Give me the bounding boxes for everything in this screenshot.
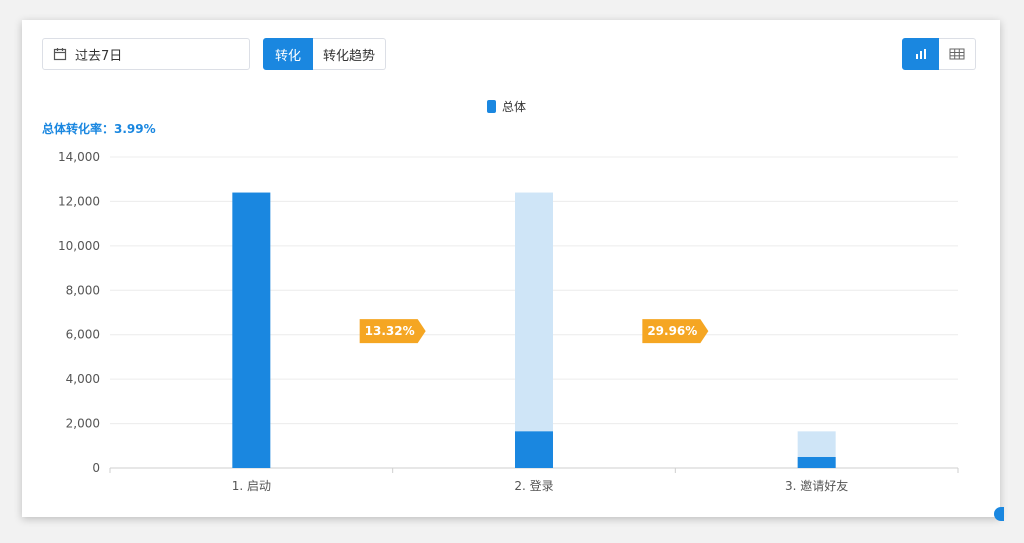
funnel-chart: 0 2,000 4,000 6,000 8,000 10,000 12,000 14,000 1…: [58, 150, 959, 493]
bar-previous-step: [515, 192, 553, 469]
y-tick-label: 6,000: [66, 328, 100, 342]
x-category-label: 2. 登录: [514, 478, 553, 493]
funnel-card: 过去7日 转化 转化趋势 总体 总体转化率：3.99% 0 2,000 4,00…: [22, 20, 1000, 517]
y-tick-label: 2,000: [66, 417, 100, 431]
y-tick-label: 8,000: [66, 283, 100, 297]
y-tick-label: 4,000: [66, 372, 100, 386]
conversion-rate-label: 29.96%: [647, 324, 697, 338]
x-category-label: 3. 邀请好友: [785, 478, 848, 493]
x-category-label: 1. 启动: [232, 479, 271, 493]
y-tick-label: 10,000: [58, 239, 100, 253]
y-tick-label: 14,000: [58, 150, 100, 164]
y-tick-label: 0: [92, 461, 100, 475]
bar-value: [797, 457, 836, 468]
conversion-rate-label: 13.32%: [365, 324, 415, 338]
bar-value: [232, 192, 271, 469]
y-tick-label: 12,000: [58, 194, 100, 208]
floating-help-tab[interactable]: [994, 507, 1004, 521]
bar-value: [515, 431, 553, 468]
